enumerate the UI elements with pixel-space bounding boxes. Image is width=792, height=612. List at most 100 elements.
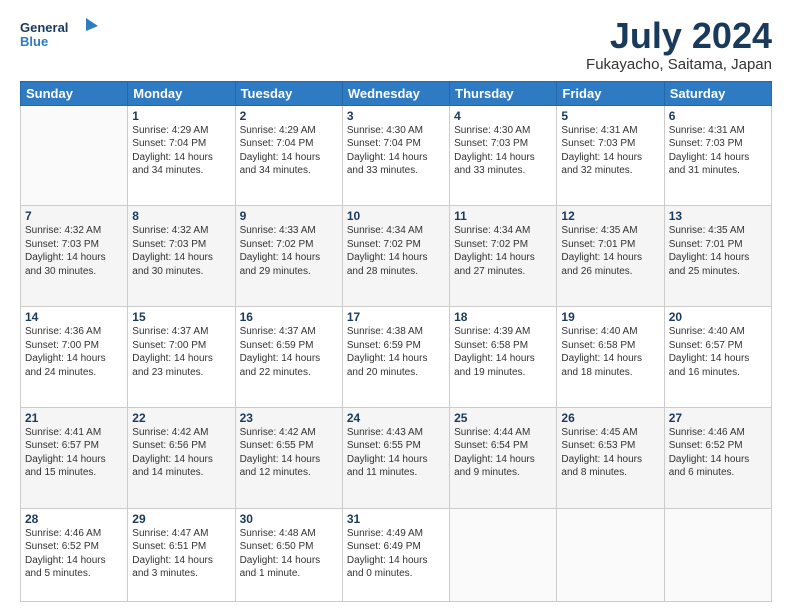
calendar-day-cell: 30Sunrise: 4:48 AMSunset: 6:50 PMDayligh… [235, 508, 342, 601]
calendar-day-cell: 26Sunrise: 4:45 AMSunset: 6:53 PMDayligh… [557, 407, 664, 508]
calendar-day-cell: 7Sunrise: 4:32 AMSunset: 7:03 PMDaylight… [21, 206, 128, 307]
day-info: Sunrise: 4:46 AMSunset: 6:52 PMDaylight:… [25, 527, 123, 581]
day-info: Sunrise: 4:29 AMSunset: 7:04 PMDaylight:… [240, 124, 338, 178]
day-info: Sunrise: 4:32 AMSunset: 7:03 PMDaylight:… [25, 224, 123, 278]
day-number: 31 [347, 512, 445, 526]
calendar-day-cell [21, 105, 128, 206]
day-number: 23 [240, 411, 338, 425]
calendar-day-cell: 31Sunrise: 4:49 AMSunset: 6:49 PMDayligh… [342, 508, 449, 601]
calendar-day-cell: 11Sunrise: 4:34 AMSunset: 7:02 PMDayligh… [450, 206, 557, 307]
calendar-day-cell: 10Sunrise: 4:34 AMSunset: 7:02 PMDayligh… [342, 206, 449, 307]
day-info: Sunrise: 4:40 AMSunset: 6:57 PMDaylight:… [669, 325, 767, 379]
day-number: 4 [454, 109, 552, 123]
calendar-day-cell: 9Sunrise: 4:33 AMSunset: 7:02 PMDaylight… [235, 206, 342, 307]
day-info: Sunrise: 4:41 AMSunset: 6:57 PMDaylight:… [25, 426, 123, 480]
day-number: 6 [669, 109, 767, 123]
calendar-day-cell [664, 508, 771, 601]
calendar-day-cell: 16Sunrise: 4:37 AMSunset: 6:59 PMDayligh… [235, 307, 342, 408]
day-info: Sunrise: 4:35 AMSunset: 7:01 PMDaylight:… [561, 224, 659, 278]
day-info: Sunrise: 4:31 AMSunset: 7:03 PMDaylight:… [669, 124, 767, 178]
svg-text:General: General [20, 20, 68, 35]
day-number: 13 [669, 209, 767, 223]
day-info: Sunrise: 4:29 AMSunset: 7:04 PMDaylight:… [132, 124, 230, 178]
day-number: 8 [132, 209, 230, 223]
day-info: Sunrise: 4:37 AMSunset: 6:59 PMDaylight:… [240, 325, 338, 379]
day-info: Sunrise: 4:45 AMSunset: 6:53 PMDaylight:… [561, 426, 659, 480]
day-info: Sunrise: 4:34 AMSunset: 7:02 PMDaylight:… [347, 224, 445, 278]
day-info: Sunrise: 4:44 AMSunset: 6:54 PMDaylight:… [454, 426, 552, 480]
day-number: 18 [454, 310, 552, 324]
calendar-table: SundayMondayTuesdayWednesdayThursdayFrid… [20, 81, 772, 602]
day-header-monday: Monday [128, 81, 235, 105]
calendar-day-cell: 2Sunrise: 4:29 AMSunset: 7:04 PMDaylight… [235, 105, 342, 206]
day-info: Sunrise: 4:42 AMSunset: 6:55 PMDaylight:… [240, 426, 338, 480]
calendar-day-cell: 1Sunrise: 4:29 AMSunset: 7:04 PMDaylight… [128, 105, 235, 206]
day-number: 22 [132, 411, 230, 425]
calendar-day-cell: 15Sunrise: 4:37 AMSunset: 7:00 PMDayligh… [128, 307, 235, 408]
day-info: Sunrise: 4:33 AMSunset: 7:02 PMDaylight:… [240, 224, 338, 278]
day-number: 17 [347, 310, 445, 324]
calendar-week-row: 14Sunrise: 4:36 AMSunset: 7:00 PMDayligh… [21, 307, 772, 408]
location: Fukayacho, Saitama, Japan [586, 56, 772, 73]
logo-svg: General Blue [20, 16, 100, 54]
day-number: 30 [240, 512, 338, 526]
day-number: 2 [240, 109, 338, 123]
day-info: Sunrise: 4:36 AMSunset: 7:00 PMDaylight:… [25, 325, 123, 379]
day-number: 5 [561, 109, 659, 123]
day-number: 14 [25, 310, 123, 324]
calendar-day-cell: 18Sunrise: 4:39 AMSunset: 6:58 PMDayligh… [450, 307, 557, 408]
day-number: 11 [454, 209, 552, 223]
calendar-week-row: 7Sunrise: 4:32 AMSunset: 7:03 PMDaylight… [21, 206, 772, 307]
day-info: Sunrise: 4:37 AMSunset: 7:00 PMDaylight:… [132, 325, 230, 379]
calendar-day-cell: 28Sunrise: 4:46 AMSunset: 6:52 PMDayligh… [21, 508, 128, 601]
calendar-day-cell: 13Sunrise: 4:35 AMSunset: 7:01 PMDayligh… [664, 206, 771, 307]
day-info: Sunrise: 4:46 AMSunset: 6:52 PMDaylight:… [669, 426, 767, 480]
day-number: 27 [669, 411, 767, 425]
calendar-day-cell: 8Sunrise: 4:32 AMSunset: 7:03 PMDaylight… [128, 206, 235, 307]
day-number: 12 [561, 209, 659, 223]
page: General Blue July 2024 Fukayacho, Saitam… [0, 0, 792, 612]
day-number: 7 [25, 209, 123, 223]
day-number: 1 [132, 109, 230, 123]
calendar-day-cell: 27Sunrise: 4:46 AMSunset: 6:52 PMDayligh… [664, 407, 771, 508]
day-info: Sunrise: 4:31 AMSunset: 7:03 PMDaylight:… [561, 124, 659, 178]
day-info: Sunrise: 4:47 AMSunset: 6:51 PMDaylight:… [132, 527, 230, 581]
calendar-day-cell: 24Sunrise: 4:43 AMSunset: 6:55 PMDayligh… [342, 407, 449, 508]
calendar-day-cell: 21Sunrise: 4:41 AMSunset: 6:57 PMDayligh… [21, 407, 128, 508]
calendar-day-cell: 23Sunrise: 4:42 AMSunset: 6:55 PMDayligh… [235, 407, 342, 508]
header: General Blue July 2024 Fukayacho, Saitam… [20, 16, 772, 73]
title-block: July 2024 Fukayacho, Saitama, Japan [586, 16, 772, 73]
day-header-thursday: Thursday [450, 81, 557, 105]
logo: General Blue [20, 16, 100, 54]
day-number: 3 [347, 109, 445, 123]
day-info: Sunrise: 4:43 AMSunset: 6:55 PMDaylight:… [347, 426, 445, 480]
calendar-day-cell: 25Sunrise: 4:44 AMSunset: 6:54 PMDayligh… [450, 407, 557, 508]
calendar-day-cell: 17Sunrise: 4:38 AMSunset: 6:59 PMDayligh… [342, 307, 449, 408]
day-number: 9 [240, 209, 338, 223]
day-number: 29 [132, 512, 230, 526]
day-info: Sunrise: 4:40 AMSunset: 6:58 PMDaylight:… [561, 325, 659, 379]
calendar-day-cell: 4Sunrise: 4:30 AMSunset: 7:03 PMDaylight… [450, 105, 557, 206]
calendar-day-cell: 6Sunrise: 4:31 AMSunset: 7:03 PMDaylight… [664, 105, 771, 206]
svg-text:Blue: Blue [20, 34, 48, 49]
day-number: 15 [132, 310, 230, 324]
calendar-day-cell: 19Sunrise: 4:40 AMSunset: 6:58 PMDayligh… [557, 307, 664, 408]
day-info: Sunrise: 4:42 AMSunset: 6:56 PMDaylight:… [132, 426, 230, 480]
calendar-day-cell: 29Sunrise: 4:47 AMSunset: 6:51 PMDayligh… [128, 508, 235, 601]
calendar-day-cell: 5Sunrise: 4:31 AMSunset: 7:03 PMDaylight… [557, 105, 664, 206]
day-number: 25 [454, 411, 552, 425]
calendar-day-cell [450, 508, 557, 601]
calendar-day-cell: 12Sunrise: 4:35 AMSunset: 7:01 PMDayligh… [557, 206, 664, 307]
calendar-day-cell: 14Sunrise: 4:36 AMSunset: 7:00 PMDayligh… [21, 307, 128, 408]
day-info: Sunrise: 4:39 AMSunset: 6:58 PMDaylight:… [454, 325, 552, 379]
day-info: Sunrise: 4:30 AMSunset: 7:03 PMDaylight:… [454, 124, 552, 178]
day-header-saturday: Saturday [664, 81, 771, 105]
calendar-day-cell [557, 508, 664, 601]
calendar-header-row: SundayMondayTuesdayWednesdayThursdayFrid… [21, 81, 772, 105]
day-number: 16 [240, 310, 338, 324]
calendar-week-row: 21Sunrise: 4:41 AMSunset: 6:57 PMDayligh… [21, 407, 772, 508]
day-info: Sunrise: 4:49 AMSunset: 6:49 PMDaylight:… [347, 527, 445, 581]
day-header-wednesday: Wednesday [342, 81, 449, 105]
month-year: July 2024 [586, 16, 772, 56]
day-number: 28 [25, 512, 123, 526]
